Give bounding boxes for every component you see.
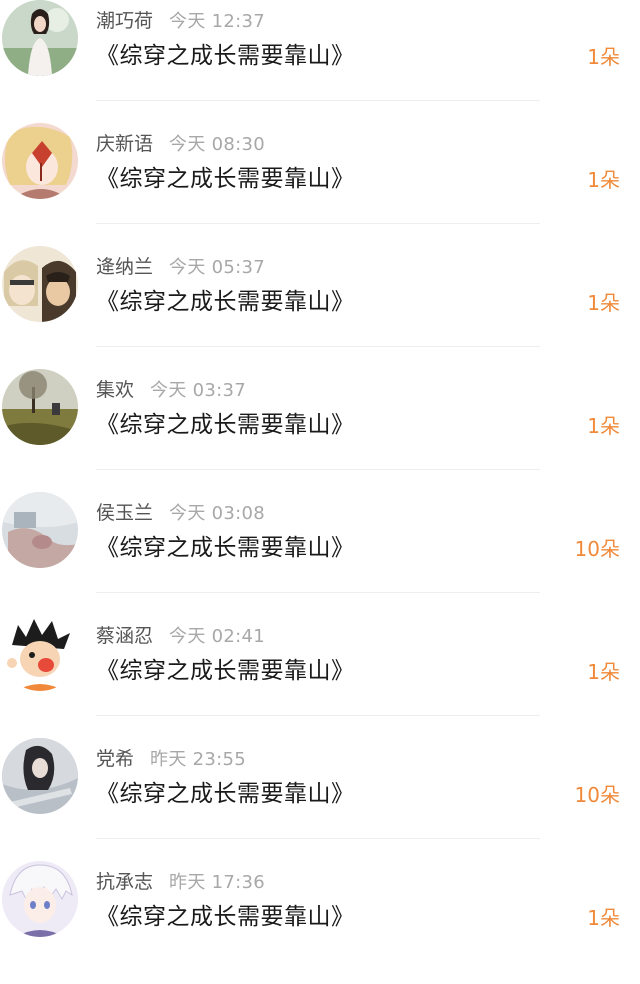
user-name[interactable]: 逄纳兰 xyxy=(96,256,153,278)
user-name[interactable]: 庆新语 xyxy=(96,133,153,155)
record-meta: 侯玉兰 今天 03:08 xyxy=(96,499,265,527)
avatar-cartoon-boy-icon xyxy=(2,615,78,691)
avatar-anime-girl-leaf-icon xyxy=(2,123,78,199)
timestamp: 今天 08:30 xyxy=(169,134,266,155)
user-name[interactable]: 潮巧荷 xyxy=(96,10,153,32)
record-meta: 抗承志 昨天 17:36 xyxy=(96,868,265,896)
flower-count: 1朵 xyxy=(587,906,620,930)
list-item[interactable]: 侯玉兰 今天 03:08 《综穿之成长需要靠山》 10朵 xyxy=(0,492,640,615)
user-name[interactable]: 抗承志 xyxy=(96,871,153,893)
avatar-landscape-tree-icon xyxy=(2,369,78,445)
divider xyxy=(96,838,540,839)
book-title[interactable]: 《综穿之成长需要靠山》 xyxy=(96,284,355,320)
avatar-anime-duo-icon xyxy=(2,246,78,322)
record-meta: 逄纳兰 今天 05:37 xyxy=(96,253,265,281)
timestamp: 昨天 17:36 xyxy=(169,872,266,893)
divider xyxy=(96,469,540,470)
avatar[interactable] xyxy=(2,615,78,691)
user-name[interactable]: 蔡涵忍 xyxy=(96,625,153,647)
avatar-girl-text-overlay-icon xyxy=(2,738,78,814)
list-item[interactable]: 集欢 今天 03:37 《综穿之成长需要靠山》 1朵 xyxy=(0,369,640,492)
book-title[interactable]: 《综穿之成长需要靠山》 xyxy=(96,530,355,566)
avatar-blurred-photo-icon xyxy=(2,492,78,568)
avatar[interactable] xyxy=(2,0,78,76)
book-title[interactable]: 《综穿之成长需要靠山》 xyxy=(96,161,355,197)
book-title[interactable]: 《综穿之成长需要靠山》 xyxy=(96,38,355,74)
book-title[interactable]: 《综穿之成长需要靠山》 xyxy=(96,653,355,689)
list-item[interactable]: 逄纳兰 今天 05:37 《综穿之成长需要靠山》 1朵 xyxy=(0,246,640,369)
divider xyxy=(96,100,540,101)
book-title[interactable]: 《综穿之成长需要靠山》 xyxy=(96,776,355,812)
timestamp: 今天 12:37 xyxy=(169,11,266,32)
record-meta: 潮巧荷 今天 12:37 xyxy=(96,7,265,35)
timestamp: 今天 02:41 xyxy=(169,626,266,647)
divider xyxy=(96,592,540,593)
user-name[interactable]: 集欢 xyxy=(96,379,134,401)
avatar[interactable] xyxy=(2,246,78,322)
avatar-woman-photo-icon xyxy=(2,0,78,76)
record-meta: 庆新语 今天 08:30 xyxy=(96,130,265,158)
timestamp: 昨天 23:55 xyxy=(150,749,247,770)
list-item[interactable]: 蔡涵忍 今天 02:41 《综穿之成长需要靠山》 1朵 xyxy=(0,615,640,738)
user-name[interactable]: 侯玉兰 xyxy=(96,502,153,524)
list-item[interactable]: 庆新语 今天 08:30 《综穿之成长需要靠山》 1朵 xyxy=(0,123,640,246)
avatar[interactable] xyxy=(2,123,78,199)
list-item[interactable]: 潮巧荷 今天 12:37 《综穿之成长需要靠山》 1朵 xyxy=(0,0,640,123)
list-item[interactable]: 党希 昨天 23:55 《综穿之成长需要靠山》 10朵 xyxy=(0,738,640,861)
divider xyxy=(96,715,540,716)
book-title[interactable]: 《综穿之成长需要靠山》 xyxy=(96,407,355,443)
user-name[interactable]: 党希 xyxy=(96,748,134,770)
flower-count: 1朵 xyxy=(587,414,620,438)
flower-count: 1朵 xyxy=(587,660,620,684)
avatar-anime-white-hair-icon xyxy=(2,861,78,937)
avatar[interactable] xyxy=(2,861,78,937)
flower-count: 1朵 xyxy=(587,291,620,315)
flower-count: 1朵 xyxy=(587,45,620,69)
timestamp: 今天 03:08 xyxy=(169,503,266,524)
book-title[interactable]: 《综穿之成长需要靠山》 xyxy=(96,899,355,935)
gift-record-list: 潮巧荷 今天 12:37 《综穿之成长需要靠山》 1朵 庆新语 今天 08:30 《… xyxy=(0,0,640,948)
divider xyxy=(96,223,540,224)
flower-count: 10朵 xyxy=(574,537,620,561)
avatar[interactable] xyxy=(2,492,78,568)
divider xyxy=(96,346,540,347)
flower-count: 1朵 xyxy=(587,168,620,192)
avatar[interactable] xyxy=(2,369,78,445)
timestamp: 今天 03:37 xyxy=(150,380,247,401)
timestamp: 今天 05:37 xyxy=(169,257,266,278)
record-meta: 蔡涵忍 今天 02:41 xyxy=(96,622,265,650)
flower-count: 10朵 xyxy=(574,783,620,807)
record-meta: 党希 昨天 23:55 xyxy=(96,745,246,773)
record-meta: 集欢 今天 03:37 xyxy=(96,376,246,404)
list-item[interactable]: 抗承志 昨天 17:36 《综穿之成长需要靠山》 1朵 xyxy=(0,861,640,984)
avatar[interactable] xyxy=(2,738,78,814)
